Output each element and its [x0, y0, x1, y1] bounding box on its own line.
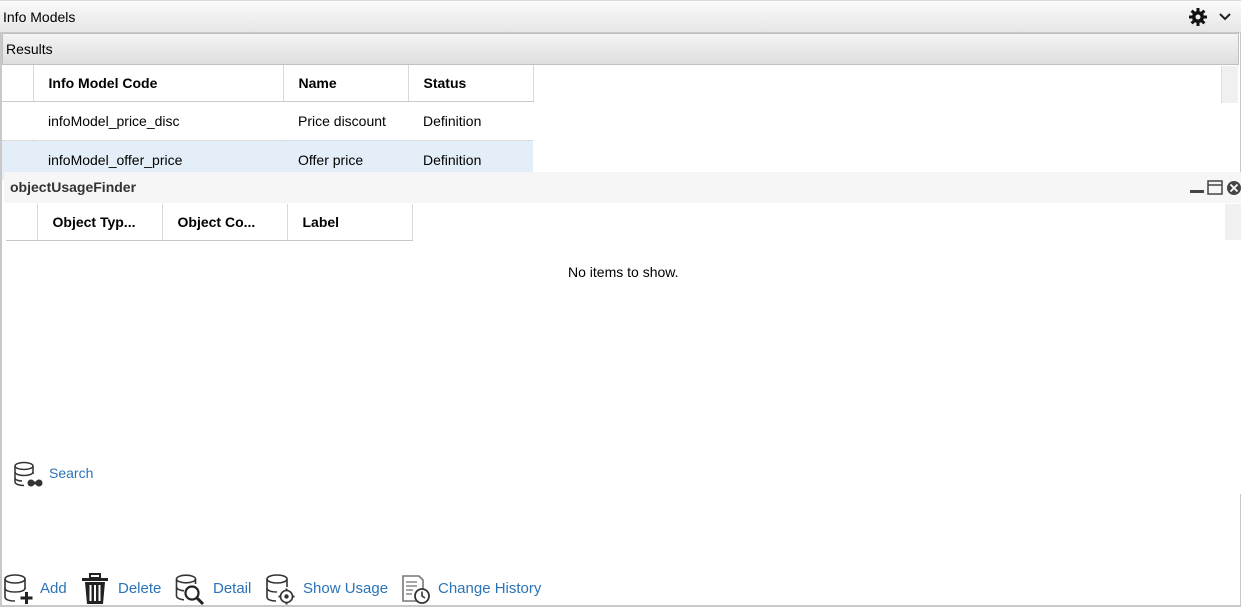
column-header-info-model-code[interactable]: Info Model Code [33, 65, 284, 102]
database-add-icon [4, 574, 33, 604]
column-header-object-type[interactable]: Object Typ... [37, 204, 163, 241]
usage-scrollbar[interactable] [1225, 204, 1241, 240]
gear-icon[interactable] [1188, 7, 1208, 27]
search-label: Search [49, 465, 94, 481]
add-button[interactable]: Add [3, 572, 69, 606]
panel-title: objectUsageFinder [10, 179, 137, 195]
cell-info-model-code: infoModel_price_disc [33, 101, 283, 141]
show-usage-label: Show Usage [303, 580, 389, 597]
row-selector-header[interactable] [2, 65, 34, 102]
bottom-toolbar: Add Delete Detail Show Usage Change Hist… [0, 572, 560, 606]
cell-status: Definition [408, 101, 533, 141]
row-selector[interactable] [2, 101, 33, 141]
results-header-row: Info Model Code Name Status [2, 65, 534, 102]
column-header-object-code[interactable]: Object Co... [162, 204, 288, 241]
column-header-label[interactable]: Label [287, 204, 413, 241]
results-scrollbar[interactable] [1221, 66, 1238, 103]
add-label: Add [40, 580, 67, 597]
results-title: Results [6, 41, 53, 57]
column-header-name[interactable]: Name [283, 65, 409, 102]
window-titlebar: Info Models [0, 0, 1241, 33]
window-title: Info Models [3, 9, 76, 25]
panel-header: objectUsageFinder [4, 172, 1241, 203]
empty-message: No items to show. [568, 264, 679, 280]
trash-icon [82, 573, 108, 604]
cell-name: Price discount [283, 101, 408, 141]
usage-table: Object Typ... Object Co... Label [6, 204, 413, 241]
maximize-icon[interactable] [1207, 180, 1223, 195]
detail-button[interactable]: Detail [175, 572, 255, 606]
chevron-down-icon[interactable] [1218, 10, 1232, 24]
delete-label: Delete [118, 580, 162, 597]
column-header-status[interactable]: Status [408, 65, 534, 102]
document-clock-icon [402, 575, 430, 604]
close-icon[interactable] [1227, 181, 1241, 195]
table-row[interactable]: infoModel_price_disc Price discount Defi… [2, 101, 533, 141]
row-selector-header[interactable] [6, 204, 38, 241]
database-magnify-icon [175, 574, 205, 605]
panel-window-controls [1190, 180, 1241, 195]
change-history-label: Change History [438, 580, 542, 597]
results-section-header: Results [2, 33, 1239, 65]
detail-label: Detail [213, 580, 252, 597]
minimize-icon[interactable] [1190, 190, 1204, 193]
object-usage-finder-panel: objectUsageFinder Object Typ... Object C… [4, 172, 1241, 494]
usage-header-row: Object Typ... Object Co... Label [6, 204, 413, 241]
results-table: Info Model Code Name Status infoModel_pr… [2, 65, 534, 180]
change-history-button[interactable]: Change History [401, 572, 546, 606]
database-gear-icon [266, 574, 295, 605]
show-usage-button[interactable]: Show Usage [265, 572, 390, 606]
database-search-icon [14, 461, 43, 487]
delete-button[interactable]: Delete [81, 572, 163, 606]
